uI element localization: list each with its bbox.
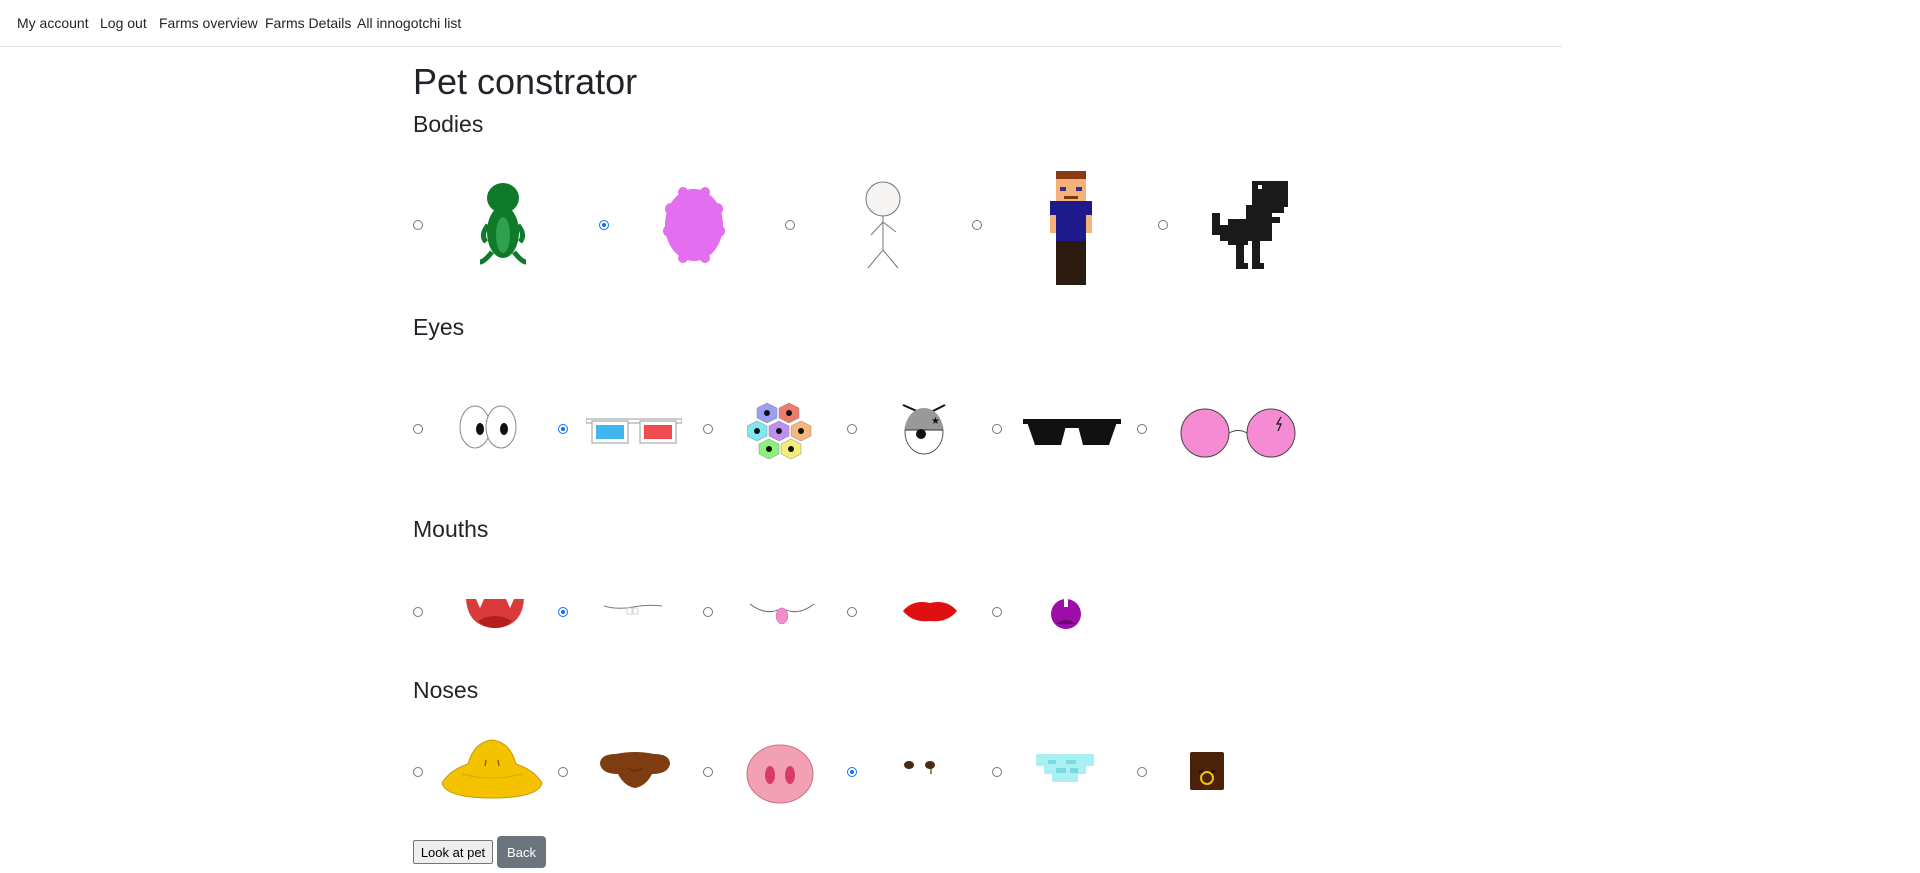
pixel-dino-body-icon[interactable] xyxy=(1212,181,1296,271)
mouth-radio-2[interactable] xyxy=(558,607,568,617)
nav-farms-overview[interactable]: Farms overview xyxy=(159,15,258,31)
tongue-out-mouth-icon[interactable] xyxy=(749,601,815,625)
eyes-radio-6[interactable] xyxy=(1137,424,1147,434)
black-sunglasses-icon[interactable] xyxy=(1023,419,1121,447)
body-radio-5[interactable] xyxy=(1158,220,1168,230)
top-navbar: My account Log out Farms overview Farms … xyxy=(0,0,1562,47)
page-title: Pet constrator xyxy=(413,61,638,102)
red-lips-icon[interactable] xyxy=(903,599,957,623)
nav-my-account[interactable]: My account xyxy=(17,15,89,31)
insect-compound-eyes-icon[interactable] xyxy=(747,401,815,463)
small-nostrils-icon[interactable] xyxy=(902,758,938,778)
purple-round-mouth-icon[interactable] xyxy=(1050,596,1082,630)
eyes-radio-4[interactable] xyxy=(847,424,857,434)
mouth-radio-4[interactable] xyxy=(847,607,857,617)
mouth-radio-3[interactable] xyxy=(703,607,713,617)
nose-radio-1[interactable] xyxy=(413,767,423,777)
nose-ring-icon[interactable] xyxy=(1190,752,1224,790)
green-frog-body-icon[interactable] xyxy=(478,180,528,266)
look-at-pet-button[interactable]: Look at pet xyxy=(413,840,493,864)
section-title-noses: Noses xyxy=(413,677,479,703)
nose-radio-5[interactable] xyxy=(992,767,1002,777)
eyes-radio-2[interactable] xyxy=(558,424,568,434)
mouth-radio-5[interactable] xyxy=(992,607,1002,617)
fanged-mouth-icon[interactable] xyxy=(466,597,524,629)
nav-all-innogotchi[interactable]: All innogotchi list xyxy=(357,15,461,31)
section-title-bodies: Bodies xyxy=(413,111,484,137)
stick-figure-body-icon[interactable] xyxy=(863,180,903,270)
nose-radio-3[interactable] xyxy=(703,767,713,777)
eyes-radio-1[interactable] xyxy=(413,424,423,434)
nose-radio-2[interactable] xyxy=(558,767,568,777)
cartoon-eyes-icon[interactable] xyxy=(458,403,518,451)
body-radio-2[interactable] xyxy=(599,220,609,230)
mouth-radio-1[interactable] xyxy=(413,607,423,617)
section-title-eyes: Eyes xyxy=(413,314,465,340)
svg-text:★: ★ xyxy=(931,416,940,427)
thin-line-mouth-icon[interactable] xyxy=(604,602,662,616)
nav-farms-details[interactable]: Farms Details xyxy=(265,15,351,31)
eyes-radio-5[interactable] xyxy=(992,424,1002,434)
body-radio-4[interactable] xyxy=(972,220,982,230)
brown-nose-icon[interactable] xyxy=(598,750,672,790)
nav-log-out[interactable]: Log out xyxy=(100,15,147,31)
body-radio-1[interactable] xyxy=(413,220,423,230)
3d-glasses-icon[interactable] xyxy=(586,417,682,445)
pink-round-glasses-icon[interactable] xyxy=(1180,408,1296,458)
pink-fluffy-body-icon[interactable] xyxy=(663,187,725,263)
body-radio-3[interactable] xyxy=(785,220,795,230)
pig-snout-icon[interactable] xyxy=(746,744,814,804)
nose-radio-4[interactable] xyxy=(847,767,857,777)
nose-radio-6[interactable] xyxy=(1137,767,1147,777)
duck-beak-nose-icon[interactable] xyxy=(440,738,544,800)
section-title-mouths: Mouths xyxy=(413,516,489,542)
eyes-radio-3[interactable] xyxy=(703,424,713,434)
back-button[interactable]: Back xyxy=(497,836,546,868)
pixel-man-body-icon[interactable] xyxy=(1050,171,1092,285)
diamond-nose-icon[interactable] xyxy=(1036,752,1094,784)
pirate-eye-icon[interactable]: ★ xyxy=(901,402,947,456)
